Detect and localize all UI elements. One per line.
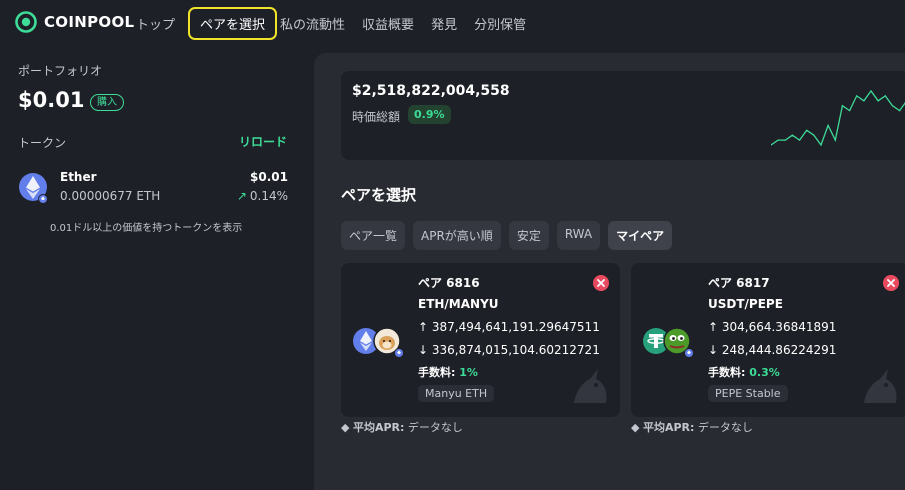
pair-card[interactable]: ペア 6816 ETH/MANYU ↑ 387,494,641,191.2964… xyxy=(341,263,620,417)
sparkline-point xyxy=(799,139,801,141)
sparkline-point xyxy=(784,139,786,141)
sparkline-point xyxy=(813,134,815,136)
fee-value: 1% xyxy=(459,366,478,379)
pair-tag: Manyu ETH xyxy=(418,385,495,402)
brand-logo[interactable]: COINPOOL xyxy=(15,11,134,33)
sparkline-point xyxy=(863,100,865,102)
sparkline-point xyxy=(777,139,779,141)
tab-all-pairs[interactable]: ペア一覧 xyxy=(341,221,406,250)
market-cap-change: 0.9% xyxy=(408,105,451,124)
reload-button[interactable]: リロード xyxy=(239,133,287,150)
eth-icon xyxy=(19,173,48,204)
tab-my-pairs[interactable]: マイペア xyxy=(608,221,673,250)
apr-label: 平均APR: xyxy=(352,421,405,434)
nav-item-my-liquidity[interactable]: 私の流動性 xyxy=(280,14,345,33)
sparkline-point xyxy=(834,139,836,141)
token-filter-note: 0.01ドル以上の価値を持つトークンを表示 xyxy=(50,223,243,234)
tab-stable[interactable]: 安定 xyxy=(508,221,549,250)
market-stats-card: $2,518,822,004,558 時価総額 0.9% xyxy=(341,71,905,160)
buy-button[interactable]: 購入 xyxy=(90,94,124,111)
market-cap-label: 時価総額 xyxy=(352,110,401,124)
coinpool-logo-icon xyxy=(15,11,37,33)
apr-label: 平均APR: xyxy=(642,421,695,434)
sparkline-point xyxy=(791,134,793,136)
token-name: Ether xyxy=(60,170,97,184)
tokens-label: トークン xyxy=(18,136,67,150)
fee-label: 手数料: xyxy=(708,366,746,379)
sparkline-point xyxy=(891,105,893,107)
pair-token-icons xyxy=(353,327,404,358)
sparkline-point xyxy=(899,110,901,112)
nav-item-select-pair[interactable]: ペアを選択 xyxy=(188,6,278,40)
nav-item-discover[interactable]: 発見 xyxy=(431,14,457,33)
pair-apr: ◆ 平均APR: データなし xyxy=(341,421,463,434)
sparkline-point xyxy=(820,144,822,146)
pair-fee: 手数料: 0.3% xyxy=(708,364,780,380)
remove-pair-icon[interactable] xyxy=(883,275,899,291)
arrow-up-right-icon: ↗ xyxy=(236,189,247,203)
sparkline-point xyxy=(856,95,858,97)
pair-filter-tabs: ペア一覧 APRが高い順 安定 RWA マイペア xyxy=(341,221,673,250)
market-cap-sparkline xyxy=(771,89,905,147)
sparkline-point xyxy=(884,95,886,97)
token-amount: 0.00000677 ETH xyxy=(60,189,161,203)
apr-value: データなし xyxy=(697,421,753,434)
fee-label: 手数料: xyxy=(418,366,456,379)
pair-token-icons xyxy=(643,327,694,358)
section-title: ペアを選択 xyxy=(341,186,417,204)
sparkline-point xyxy=(849,110,851,112)
pair-id: ペア 6816 xyxy=(418,276,480,290)
sparkline-point xyxy=(877,100,879,102)
pair-reserve-b: ↓ 336,874,015,104.60212721 xyxy=(418,343,600,357)
top-nav: トップ ペアを選択 私の流動性 収益概要 発見 分別保管 xyxy=(136,0,526,46)
sparkline-point xyxy=(827,124,829,126)
pair-symbol: USDT/PEPE xyxy=(708,297,783,311)
sparkline-point xyxy=(841,105,843,107)
unicorn-watermark-icon xyxy=(574,369,607,403)
pair-card[interactable]: ペア 6817 USDT/PEPE ↑ 304,664.36841891 ↓ 2… xyxy=(631,263,905,417)
pair-reserve-b: ↓ 248,444.86224291 xyxy=(708,343,837,357)
pair-reserve-a: ↑ 304,664.36841891 xyxy=(708,320,837,334)
sparkline-series xyxy=(771,89,905,147)
remove-pair-icon[interactable] xyxy=(593,275,609,291)
pair-tag: PEPE Stable xyxy=(708,385,788,402)
sparkline-point xyxy=(870,90,872,92)
pair-reserve-a: ↑ 387,494,641,191.29647511 xyxy=(418,320,600,334)
fee-value: 0.3% xyxy=(749,366,780,379)
market-cap-value: $2,518,822,004,558 xyxy=(352,83,510,99)
tab-high-apr[interactable]: APRが高い順 xyxy=(413,221,501,250)
portfolio-label: ポートフォリオ xyxy=(18,64,103,78)
sparkline-point xyxy=(806,129,808,131)
main-panel: $2,518,822,004,558 時価総額 0.9% ペアを選択 ペア一覧 … xyxy=(314,53,905,490)
portfolio-total: $0.01 xyxy=(18,88,85,112)
brand-name: COINPOOL xyxy=(44,13,135,31)
nav-item-top[interactable]: トップ xyxy=(136,14,175,33)
pair-apr: ◆ 平均APR: データなし xyxy=(631,421,753,434)
token-change: ↗ 0.14% xyxy=(237,189,288,203)
token-value: $0.01 xyxy=(250,170,288,184)
pair-symbol: ETH/MANYU xyxy=(418,297,499,311)
token-row-ether[interactable]: Ether 0.00000677 ETH $0.01 ↗ 0.14% xyxy=(18,168,288,208)
apr-value: データなし xyxy=(407,421,463,434)
unicorn-watermark-icon xyxy=(864,369,897,403)
pair-id: ペア 6817 xyxy=(708,276,770,290)
pair-fee: 手数料: 1% xyxy=(418,364,478,380)
nav-item-earnings[interactable]: 収益概要 xyxy=(362,14,414,33)
nav-item-custody[interactable]: 分別保管 xyxy=(474,14,526,33)
token-change-value: 0.14% xyxy=(249,189,288,203)
tab-rwa[interactable]: RWA xyxy=(556,221,601,250)
